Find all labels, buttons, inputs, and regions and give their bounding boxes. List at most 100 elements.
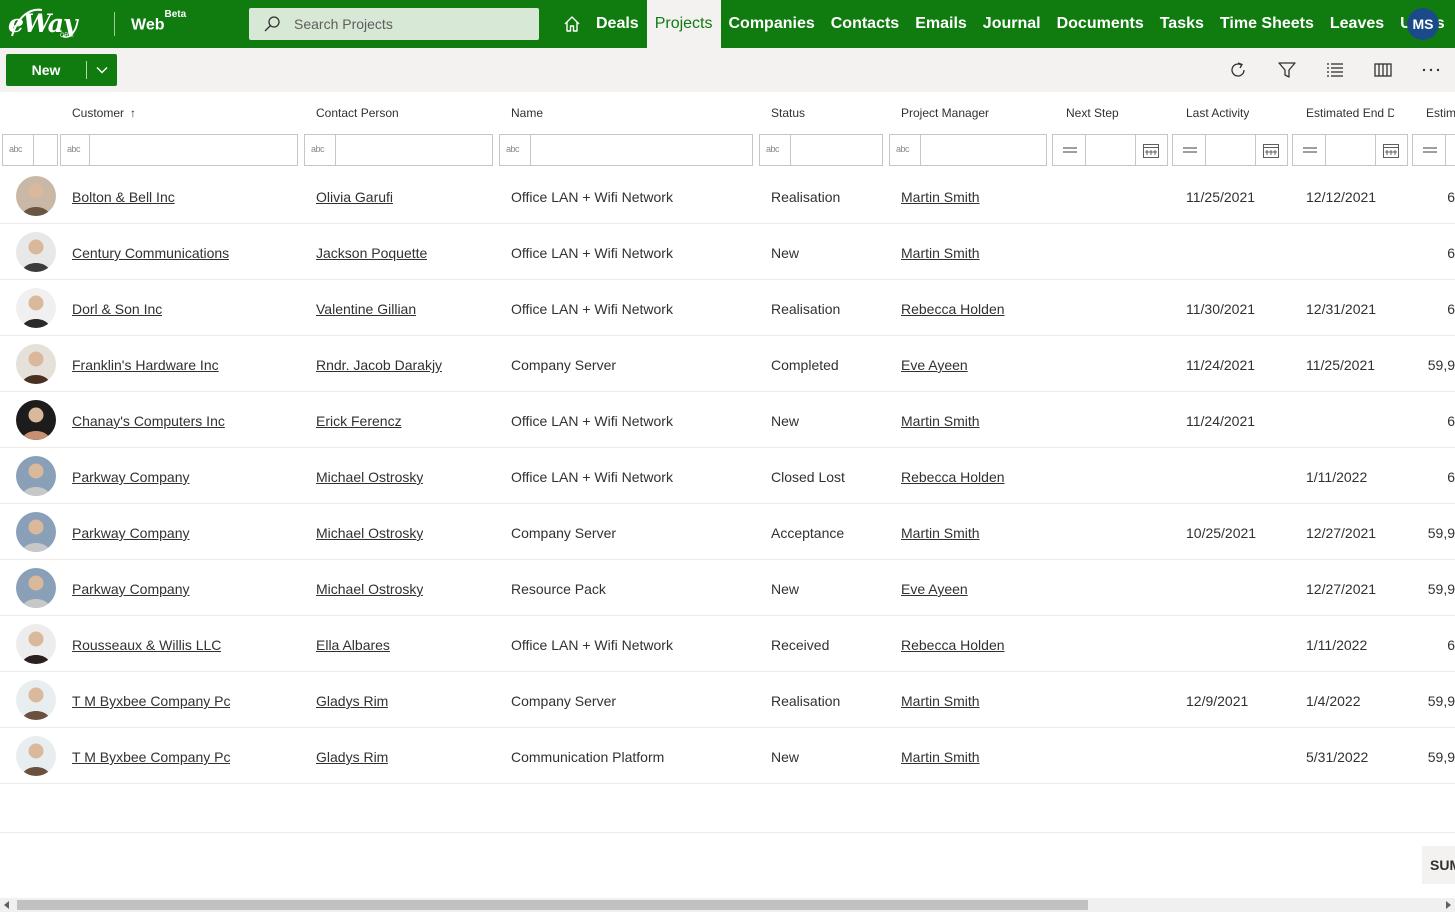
calendar-icon[interactable]: [1143, 143, 1159, 158]
table-row[interactable]: Chanay's Computers Inc Erick Ferencz Offic…: [0, 392, 1455, 448]
cell-contact-person[interactable]: Michael Ostrosky: [316, 581, 423, 597]
nav-item-documents[interactable]: Documents: [1049, 0, 1152, 48]
refresh-icon[interactable]: [1228, 60, 1248, 80]
nav-item-tasks[interactable]: Tasks: [1152, 0, 1212, 48]
cell-project-manager[interactable]: Rebecca Holden: [901, 637, 1005, 653]
cell-project-manager[interactable]: Martin Smith: [901, 189, 980, 205]
cell-name: Company Server: [511, 693, 617, 709]
scroll-right-icon[interactable]: [1446, 901, 1451, 909]
table-row[interactable]: T M Byxbee Company Pc Gladys Rim Company S…: [0, 672, 1455, 728]
col-header-customer[interactable]: Customer ↑: [72, 106, 136, 120]
cell-customer[interactable]: Parkway Company: [72, 469, 190, 485]
filter-estimated-end[interactable]: [1292, 134, 1408, 166]
cell-customer[interactable]: Franklin's Hardware Inc: [72, 357, 219, 373]
cell-project-manager[interactable]: Rebecca Holden: [901, 301, 1005, 317]
horizontal-scrollbar[interactable]: [0, 898, 1455, 912]
home-icon[interactable]: [562, 14, 582, 34]
cell-customer[interactable]: Bolton & Bell Inc: [72, 189, 175, 205]
col-header-next-step[interactable]: Next Step: [1066, 106, 1119, 120]
new-button[interactable]: New: [6, 54, 117, 86]
cell-contact-person[interactable]: Olivia Garufi: [316, 189, 393, 205]
cell-project-manager[interactable]: Eve Ayeen: [901, 581, 968, 597]
cell-contact-person[interactable]: Jackson Poquette: [316, 245, 427, 261]
filter-contact-person[interactable]: abc: [304, 134, 493, 166]
nav-item-time-sheets[interactable]: Time Sheets: [1212, 0, 1322, 48]
cell-customer[interactable]: T M Byxbee Company Pc: [72, 693, 230, 709]
cell-project-manager[interactable]: Martin Smith: [901, 525, 980, 541]
table-row[interactable]: Franklin's Hardware Inc Rndr. Jacob Darak…: [0, 336, 1455, 392]
nav-item-deals[interactable]: Deals: [588, 0, 647, 48]
col-header-last-activity[interactable]: Last Activity: [1186, 106, 1249, 120]
nav-item-projects[interactable]: Projects: [646, 0, 721, 48]
col-header-contact-person[interactable]: Contact Person: [316, 106, 399, 120]
table-row[interactable]: Parkway Company Michael Ostrosky Company S…: [0, 504, 1455, 560]
cell-project-manager[interactable]: Martin Smith: [901, 693, 980, 709]
cell-customer[interactable]: Parkway Company: [72, 525, 190, 541]
nav-item-emails[interactable]: Emails: [907, 0, 975, 48]
nav-item-journal[interactable]: Journal: [975, 0, 1049, 48]
cell-customer[interactable]: Rousseaux & Willis LLC: [72, 637, 221, 653]
cell-estim: 59,9: [1400, 525, 1455, 541]
filter-estim[interactable]: [1412, 134, 1455, 166]
cell-estim: 6: [1400, 637, 1455, 653]
col-header-project-manager[interactable]: Project Manager: [901, 106, 989, 120]
cell-contact-person[interactable]: Michael Ostrosky: [316, 469, 423, 485]
filter-last-activity[interactable]: [1172, 134, 1288, 166]
filter-name[interactable]: abc: [499, 134, 753, 166]
table-row[interactable]: Rousseaux & Willis LLC Ella Albares Office…: [0, 616, 1455, 672]
table-row[interactable]: Century Communications Jackson Poquette Of…: [0, 224, 1455, 280]
cell-customer[interactable]: Chanay's Computers Inc: [72, 413, 225, 429]
cell-contact-person[interactable]: Rndr. Jacob Darakjy: [316, 357, 442, 373]
new-dropdown-button[interactable]: [87, 54, 117, 86]
filter-next-step[interactable]: [1052, 134, 1168, 166]
filter-avatar[interactable]: abc: [2, 134, 58, 166]
cell-customer[interactable]: Parkway Company: [72, 581, 190, 597]
eway-logo[interactable]: eWay CRM: [0, 0, 100, 48]
columns-icon[interactable]: [1373, 60, 1393, 80]
filter-status[interactable]: abc: [759, 134, 883, 166]
table-row[interactable]: Parkway Company Michael Ostrosky Office LA…: [0, 448, 1455, 504]
nav-item-leaves[interactable]: Leaves: [1322, 0, 1392, 48]
cell-customer[interactable]: T M Byxbee Company Pc: [72, 749, 230, 765]
new-button-label[interactable]: New: [6, 54, 86, 86]
cell-contact-person[interactable]: Michael Ostrosky: [316, 525, 423, 541]
filter-separator: [1445, 135, 1446, 165]
cell-contact-person[interactable]: Valentine Gillian: [316, 301, 416, 317]
table-row[interactable]: T M Byxbee Company Pc Gladys Rim Communica…: [0, 728, 1455, 784]
cell-customer[interactable]: Century Communications: [72, 245, 229, 261]
search-input[interactable]: [294, 16, 524, 32]
cell-contact-person[interactable]: Erick Ferencz: [316, 413, 402, 429]
cell-contact-person[interactable]: Gladys Rim: [316, 693, 388, 709]
col-header-status[interactable]: Status: [771, 106, 805, 120]
cell-project-manager[interactable]: Martin Smith: [901, 413, 980, 429]
search-box[interactable]: [249, 8, 539, 40]
cell-estim-value: 6: [1447, 301, 1455, 317]
cell-contact-person[interactable]: Gladys Rim: [316, 749, 388, 765]
cell-customer[interactable]: Dorl & Son Inc: [72, 301, 162, 317]
filter-project-manager[interactable]: abc: [889, 134, 1047, 166]
filter-customer[interactable]: abc: [60, 134, 298, 166]
col-header-estimated-end[interactable]: Estimated End D: [1306, 106, 1394, 120]
cell-project-manager[interactable]: Martin Smith: [901, 245, 980, 261]
scrollbar-thumb[interactable]: [17, 900, 1088, 910]
filter-icon[interactable]: [1277, 60, 1297, 80]
table-row[interactable]: Dorl & Son Inc Valentine Gillian Office LA…: [0, 280, 1455, 336]
more-icon[interactable]: [1421, 60, 1441, 80]
scroll-left-icon[interactable]: [4, 901, 9, 909]
table-row[interactable]: Bolton & Bell Inc Olivia Garufi Office LAN…: [0, 168, 1455, 224]
table-row[interactable]: Parkway Company Michael Ostrosky Resource …: [0, 560, 1455, 616]
user-avatar[interactable]: MS: [1407, 8, 1439, 40]
calendar-icon[interactable]: [1263, 143, 1279, 158]
col-header-estim[interactable]: Estim: [1426, 106, 1455, 120]
nav-item-companies[interactable]: Companies: [721, 0, 823, 48]
nav-item-contacts[interactable]: Contacts: [823, 0, 907, 48]
list-icon[interactable]: [1325, 60, 1345, 80]
logo-separator: [114, 12, 115, 36]
cell-project-manager[interactable]: Eve Ayeen: [901, 357, 968, 373]
cell-project-manager[interactable]: Martin Smith: [901, 749, 980, 765]
cell-name: Resource Pack: [511, 581, 606, 597]
calendar-icon[interactable]: [1383, 143, 1399, 158]
cell-project-manager[interactable]: Rebecca Holden: [901, 469, 1005, 485]
cell-contact-person[interactable]: Ella Albares: [316, 637, 390, 653]
col-header-name[interactable]: Name: [511, 106, 543, 120]
